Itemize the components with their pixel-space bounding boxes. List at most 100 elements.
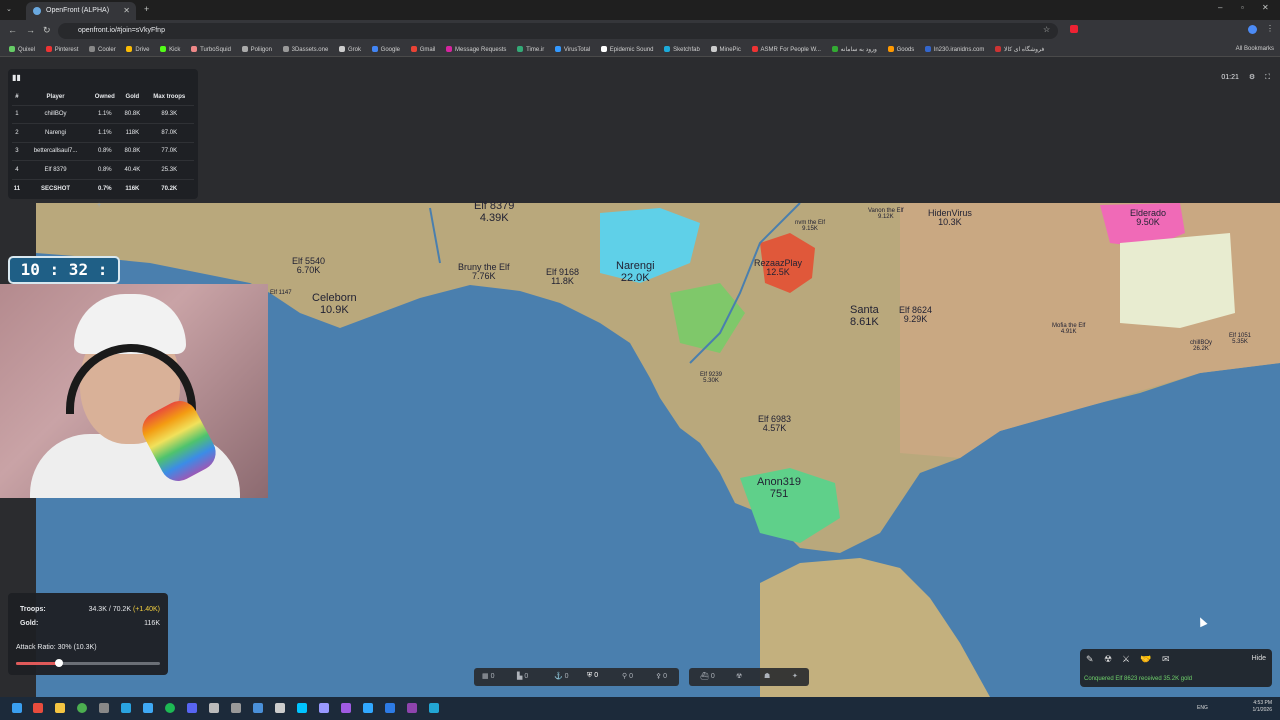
sam-button[interactable]: ⚴ 0 <box>656 672 667 680</box>
start-icon[interactable] <box>12 703 22 713</box>
bookmark-item[interactable]: ورود به سامانه <box>831 46 877 53</box>
bookmark-item[interactable]: Poliigon <box>241 46 272 53</box>
player-label[interactable]: Celeborn 10.9K <box>312 292 357 316</box>
port-button[interactable]: ⚓ 0 <box>554 672 569 680</box>
slider-knob[interactable] <box>55 659 64 667</box>
mirv-button[interactable]: ✦ <box>792 672 798 680</box>
player-label[interactable]: Bruny the Elf 7.76K <box>458 262 510 282</box>
alliance-icon[interactable]: 🤝 <box>1140 654 1151 665</box>
minimize-icon[interactable]: – <box>1218 3 1222 12</box>
player-label[interactable]: chillBOy 26.2K <box>1190 340 1212 353</box>
player-label[interactable]: Santa 8.61K <box>850 304 879 328</box>
bookmark-item[interactable]: Drive <box>126 46 149 53</box>
bookmark-item[interactable]: Pinterest <box>45 46 78 53</box>
bookmark-item[interactable]: Quixel <box>9 46 35 53</box>
table-row[interactable]: 3 bettercallsaul7... 0.8% 80.8K 77.0K <box>12 141 194 161</box>
bookmark-item[interactable]: Goods <box>887 46 914 53</box>
col-rank[interactable]: # <box>12 89 22 105</box>
player-label[interactable]: Elf 6983 4.57K <box>758 414 791 434</box>
player-label[interactable]: Elf 9168 11.8K <box>546 267 579 287</box>
app-icon-5[interactable] <box>297 703 307 713</box>
col-player[interactable]: Player <box>22 89 90 105</box>
discord-icon[interactable] <box>187 703 197 713</box>
missile-silo-button[interactable]: ⚲ 0 <box>622 672 633 680</box>
browser-tab[interactable]: OpenFront (ALPHA) ✕ <box>26 2 136 20</box>
after-effects-icon[interactable] <box>319 703 329 713</box>
pencil-icon[interactable]: ✎ <box>1086 654 1094 665</box>
app-icon-2[interactable] <box>231 703 241 713</box>
bookmark-item[interactable]: MinePic <box>710 46 741 53</box>
bookmark-item[interactable]: TurboSquid <box>191 46 231 53</box>
app-icon-4[interactable] <box>275 703 285 713</box>
player-label[interactable]: Elderado 9.50K <box>1130 208 1166 228</box>
leaderboard-expand-button[interactable]: + <box>97 202 101 209</box>
url-input[interactable]: openfront.io/#join=sVkyFfnp <box>58 23 1058 39</box>
all-bookmarks[interactable]: All Bookmarks <box>1236 46 1274 52</box>
nuke-icon[interactable]: ☢ <box>1104 654 1112 665</box>
close-tab-icon[interactable]: ✕ <box>123 6 130 15</box>
col-troops[interactable]: Max troops <box>144 89 194 105</box>
bookmark-item[interactable]: Sketchfab <box>664 46 700 53</box>
player-label[interactable]: Vanon the Elf 9.12K <box>868 208 904 221</box>
fullscreen-icon[interactable]: ⛶ <box>1265 74 1270 81</box>
bookmark-item[interactable]: 3Dassets.one <box>282 46 328 53</box>
hydrogen-bomb-button[interactable]: ☗ <box>764 672 770 680</box>
profile-avatar[interactable] <box>1248 25 1257 34</box>
col-owned[interactable]: Owned <box>89 89 120 105</box>
player-label[interactable]: Narengi 22.0K <box>616 260 655 284</box>
atom-bomb-button[interactable]: ☢ <box>736 672 742 680</box>
back-icon[interactable]: ← <box>8 25 17 35</box>
bookmark-item[interactable]: ln230.iranidns.com <box>924 46 984 53</box>
troops-icon[interactable]: ⚔ <box>1122 654 1130 665</box>
city-button[interactable]: ▦ 0 <box>482 672 494 680</box>
player-label[interactable]: nvm the Elf 9.15K <box>795 220 825 233</box>
table-row[interactable]: 2 Narengi 1.1% 118K 87.0K <box>12 123 194 142</box>
new-tab-icon[interactable]: + <box>144 4 149 14</box>
rider-icon[interactable] <box>407 703 417 713</box>
extension-icon[interactable] <box>1070 25 1078 33</box>
bookmark-item[interactable]: Kick <box>160 46 180 53</box>
bookmark-item[interactable]: VirusTotal <box>554 46 590 53</box>
reload-icon[interactable]: ↻ <box>43 25 51 36</box>
steam-icon[interactable] <box>143 703 153 713</box>
app-icon-3[interactable] <box>253 703 263 713</box>
menu-icon[interactable]: ⋮ <box>1266 24 1274 33</box>
player-label[interactable]: Elf 1147 <box>270 290 292 296</box>
photoshop-icon[interactable] <box>363 703 373 713</box>
bookmark-item[interactable]: ASMR For People W... <box>751 46 821 53</box>
premiere-icon[interactable] <box>341 703 351 713</box>
obs-icon[interactable] <box>209 703 219 713</box>
player-label[interactable]: Elf 8379 4.39K <box>474 200 514 224</box>
bookmark-item[interactable]: Time.ir <box>517 46 544 53</box>
bookmark-item[interactable]: Message Requests <box>446 46 506 53</box>
chrome-icon[interactable] <box>77 703 87 713</box>
player-label[interactable]: Elf 5540 6.70K <box>292 256 325 276</box>
maximize-icon[interactable]: ▫ <box>1241 3 1244 12</box>
table-row-self[interactable]: 11 SECSHOT 0.7% 116K 70.2K <box>12 178 194 198</box>
bookmark-item[interactable]: Google <box>371 46 400 53</box>
system-clock[interactable]: 4:53 PM 1/1/2026 <box>1253 700 1272 714</box>
bookmark-item[interactable]: فروشگاه ای کالا <box>995 46 1044 53</box>
player-label[interactable]: Elf 8624 9.29K <box>899 305 932 325</box>
file-explorer-icon[interactable] <box>55 703 65 713</box>
player-label[interactable]: RezaazPlay 12.5K <box>754 258 802 278</box>
table-row[interactable]: 1 chillBOy 1.1% 80.8K 89.3K <box>12 104 194 124</box>
forward-icon[interactable]: → <box>26 25 35 35</box>
search-icon[interactable] <box>33 703 43 713</box>
bookmark-item[interactable]: Cooler <box>89 46 116 53</box>
blender-icon[interactable] <box>385 703 395 713</box>
chat-icon[interactable]: ✉ <box>1162 654 1170 665</box>
player-label[interactable]: HidenVirus 10.3K <box>928 208 972 228</box>
language-indicator[interactable]: ENG <box>1197 705 1208 711</box>
player-label[interactable]: Elf 1051 5.35K <box>1229 333 1251 346</box>
star-icon[interactable]: ☆ <box>1043 25 1050 34</box>
close-window-icon[interactable]: ✕ <box>1262 3 1269 12</box>
warship-button[interactable]: ⛴ 0 <box>700 672 715 680</box>
leaderboard-chart-icon[interactable]: ▮▮ <box>12 73 21 82</box>
player-label[interactable]: Elf 9239 5.30K <box>700 372 722 385</box>
col-gold[interactable]: Gold <box>120 89 144 105</box>
tab-search-icon[interactable]: ⌄ <box>6 5 12 13</box>
table-row[interactable]: 4 Elf 8379 0.8% 40.4K 25.3K <box>12 160 194 179</box>
player-label[interactable]: Anon319 751 <box>757 476 801 500</box>
telegram-icon[interactable] <box>121 703 131 713</box>
